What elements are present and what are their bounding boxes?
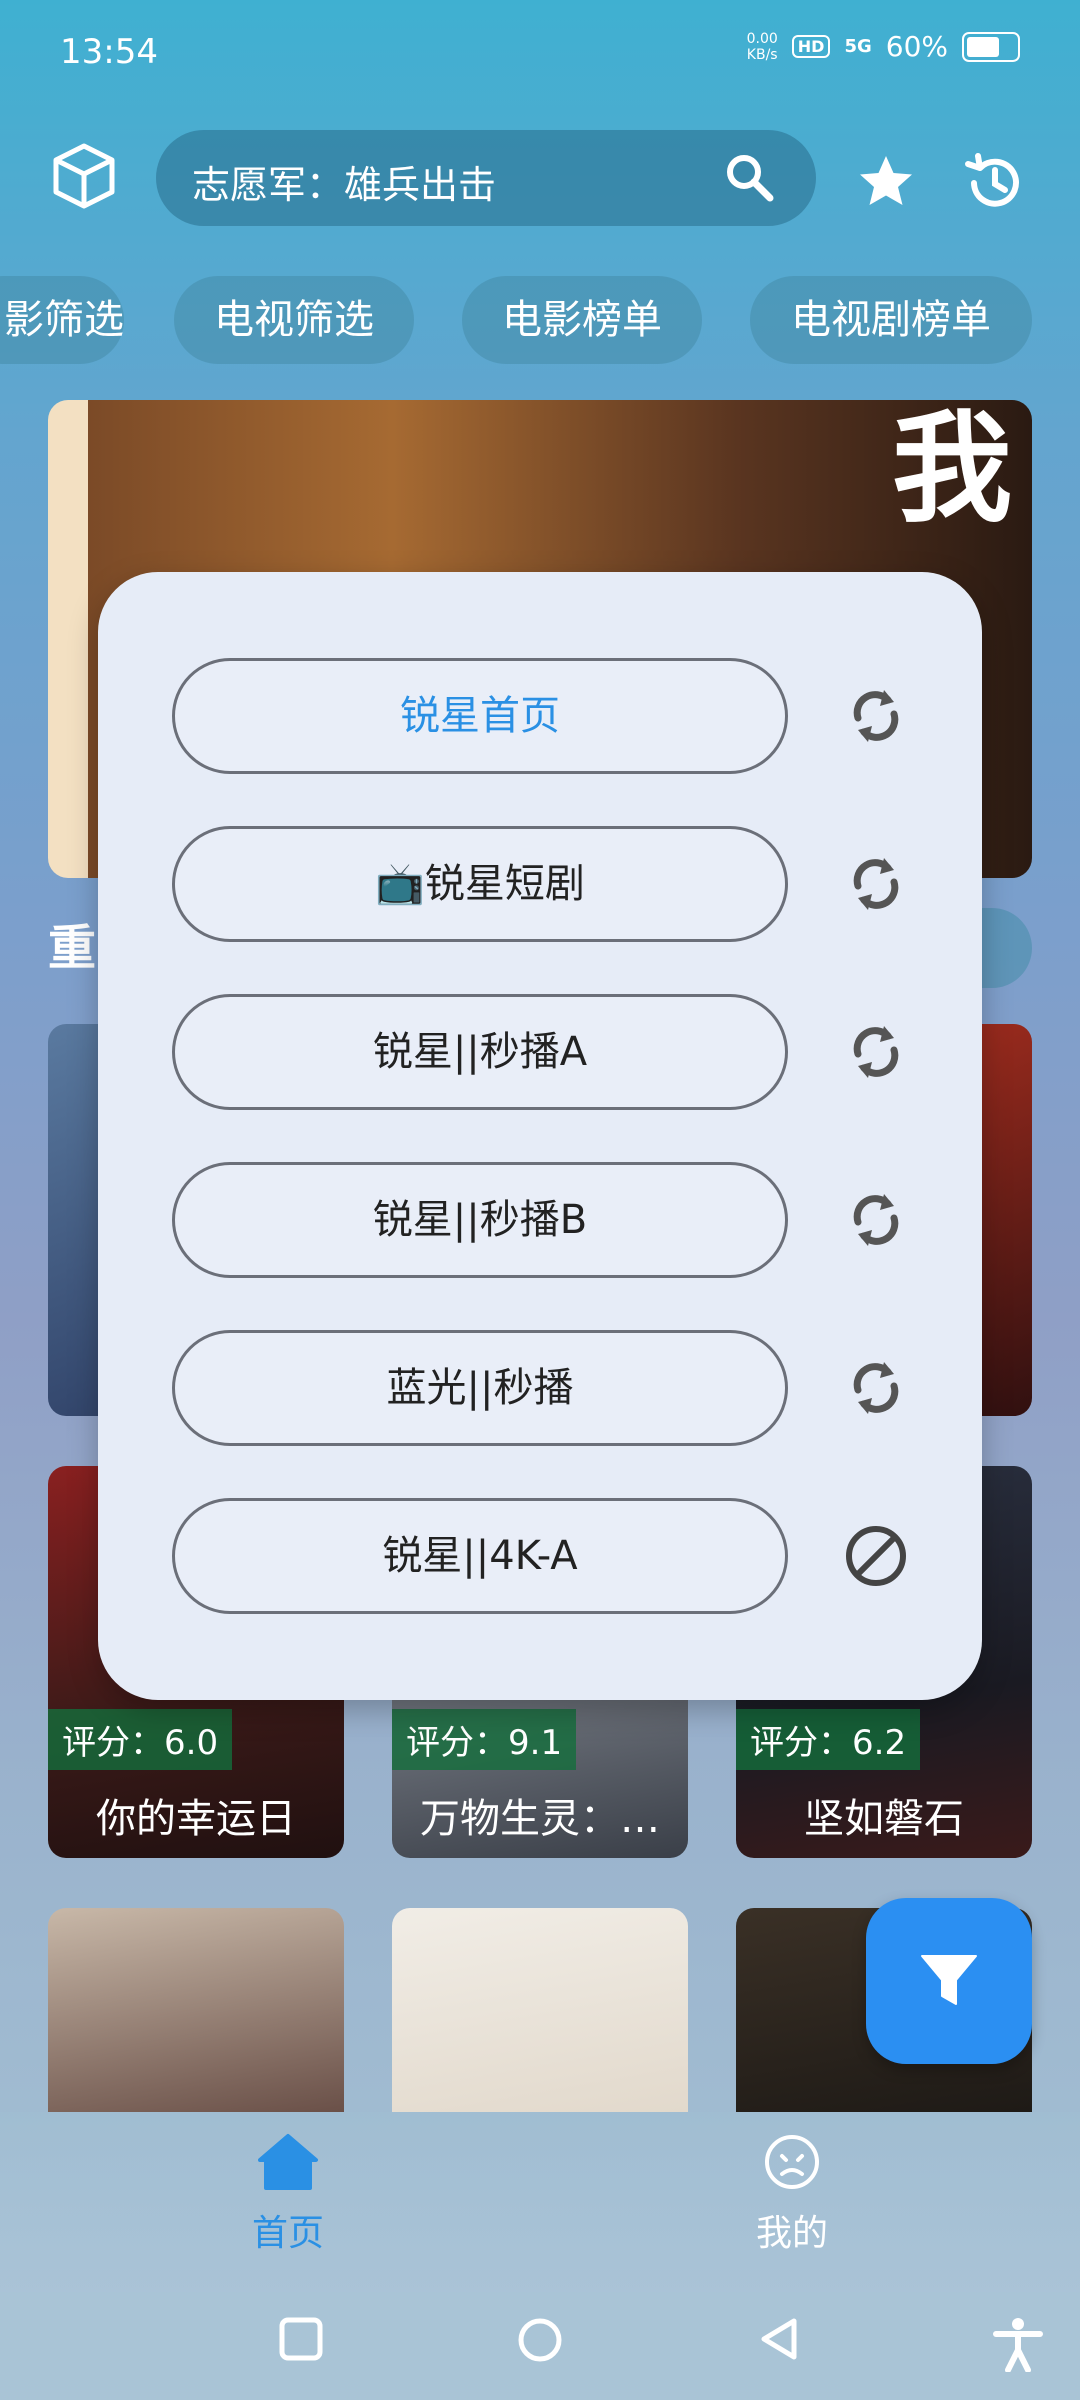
refresh-icon[interactable]: [838, 1182, 914, 1258]
source-bluray-quickplay[interactable]: 蓝光||秒播: [172, 1330, 788, 1446]
modal-overlay[interactable]: 锐星首页 📺锐星短剧 锐星||秒播A 锐星||秒播B 蓝光||秒播 锐星||4K…: [0, 0, 1080, 2400]
source-ruixing-quickplay-a[interactable]: 锐星||秒播A: [172, 994, 788, 1110]
source-ruixing-home[interactable]: 锐星首页: [172, 658, 788, 774]
source-ruixing-4k-a[interactable]: 锐星||4K-A: [172, 1498, 788, 1614]
refresh-icon[interactable]: [838, 1014, 914, 1090]
source-ruixing-shortdrama[interactable]: 📺锐星短剧: [172, 826, 788, 942]
source-selector-dialog: 锐星首页 📺锐星短剧 锐星||秒播A 锐星||秒播B 蓝光||秒播 锐星||4K…: [98, 572, 982, 1700]
refresh-icon[interactable]: [838, 678, 914, 754]
source-ruixing-quickplay-b[interactable]: 锐星||秒播B: [172, 1162, 788, 1278]
refresh-icon[interactable]: [838, 846, 914, 922]
refresh-icon[interactable]: [838, 1350, 914, 1426]
block-icon[interactable]: [838, 1518, 914, 1594]
